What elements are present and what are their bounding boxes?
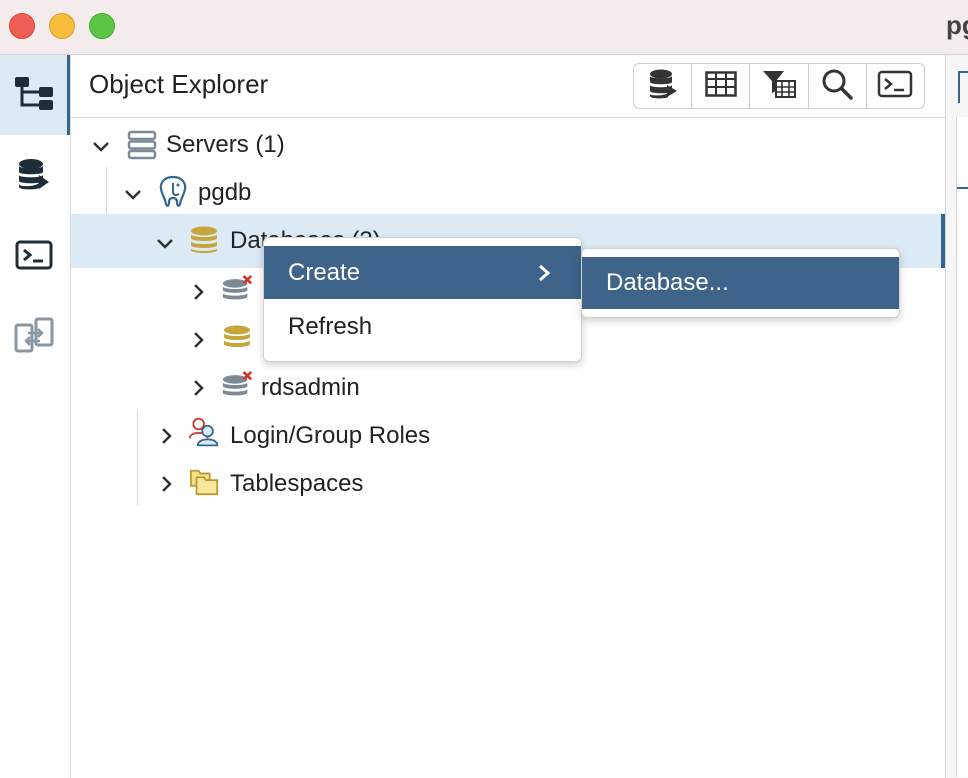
toolbar-search-objects-button[interactable] <box>809 64 867 108</box>
tree-node-servers[interactable]: Servers (1) <box>71 121 945 169</box>
tree-node-login-group-roles[interactable]: Login/Group Roles <box>71 412 945 460</box>
panel-header: Object Explorer <box>71 55 945 118</box>
create-submenu: Database... <box>581 248 900 318</box>
context-menu-create-label: Create <box>288 258 361 286</box>
roles-icon <box>188 416 220 448</box>
terminal-icon <box>877 69 913 104</box>
toolbar-view-data-button[interactable] <box>692 64 751 108</box>
submenu-database-label: Database... <box>606 269 729 296</box>
tree-node-database-rdsadmin[interactable]: rdsadmin <box>71 364 945 412</box>
chevron-down-icon[interactable] <box>155 234 175 254</box>
tree-node-label: Tablespaces <box>230 470 364 497</box>
chevron-right-icon[interactable] <box>157 474 177 494</box>
chevron-down-icon[interactable] <box>91 137 111 157</box>
context-menu-refresh-label: Refresh <box>288 312 373 340</box>
window-close-button[interactable] <box>9 13 35 39</box>
terminal-icon <box>15 239 53 276</box>
main-content-panel-edge <box>945 55 968 778</box>
postgres-elephant-icon <box>157 175 189 207</box>
submenu-database[interactable]: Database... <box>582 257 899 309</box>
tablespace-folder-icon <box>189 466 221 498</box>
database-play-icon <box>17 157 51 198</box>
context-menu-create[interactable]: Create <box>264 246 581 299</box>
database-disconnected-icon <box>221 274 253 306</box>
toolbar-psql-button[interactable] <box>867 64 924 108</box>
window-title: pgAdmin 4 <box>946 10 968 40</box>
submenu-arrow-icon <box>537 246 551 299</box>
rail-psql-button[interactable] <box>0 217 67 297</box>
search-icon <box>821 68 853 105</box>
chevron-right-icon[interactable] <box>189 330 209 350</box>
rail-object-explorer-button[interactable] <box>0 55 70 135</box>
database-disconnected-icon <box>221 370 253 402</box>
tool-rail <box>0 55 71 778</box>
object-explorer-panel: Object Explorer Servers (1) pgdb rdsadmi… <box>71 55 945 778</box>
rail-query-tool-button[interactable] <box>0 137 67 217</box>
window-minimize-button[interactable] <box>49 13 75 39</box>
tree-node-label: Servers (1) <box>166 131 285 158</box>
tree-node-label: rdsadmin <box>261 374 360 401</box>
toolbar-query-tool-button[interactable] <box>634 64 693 108</box>
chevron-right-icon[interactable] <box>157 426 177 446</box>
schema-diff-icon <box>14 315 54 360</box>
main-panel-body <box>956 117 968 777</box>
table-grid-icon <box>705 70 737 102</box>
explorer-toolbar <box>633 63 925 109</box>
chevron-right-icon[interactable] <box>189 282 209 302</box>
tree-node-server-pgdb[interactable]: pgdb <box>71 169 945 217</box>
databases-icon <box>188 224 220 256</box>
tree-node-label: pgdb <box>198 179 252 206</box>
tree-node-tablespaces[interactable]: Tablespaces <box>71 460 945 508</box>
filter-table-icon <box>762 69 796 104</box>
panel-title: Object Explorer <box>89 69 269 99</box>
database-icon <box>221 322 253 354</box>
window-titlebar: pgAdmin 4 <box>0 0 968 55</box>
tree-hierarchy-icon <box>13 73 55 118</box>
server-group-icon <box>126 129 158 161</box>
context-menu: Create Refresh <box>263 237 582 362</box>
rail-schema-diff-button[interactable] <box>0 297 67 377</box>
database-play-icon <box>648 68 678 105</box>
chevron-right-icon[interactable] <box>189 378 209 398</box>
toolbar-filtered-rows-button[interactable] <box>750 64 809 108</box>
tree-node-label: Login/Group Roles <box>230 422 431 449</box>
window-maximize-button[interactable] <box>89 13 115 39</box>
main-panel-tab[interactable] <box>958 71 968 103</box>
context-menu-refresh[interactable]: Refresh <box>264 300 581 353</box>
chevron-down-icon[interactable] <box>123 185 143 205</box>
